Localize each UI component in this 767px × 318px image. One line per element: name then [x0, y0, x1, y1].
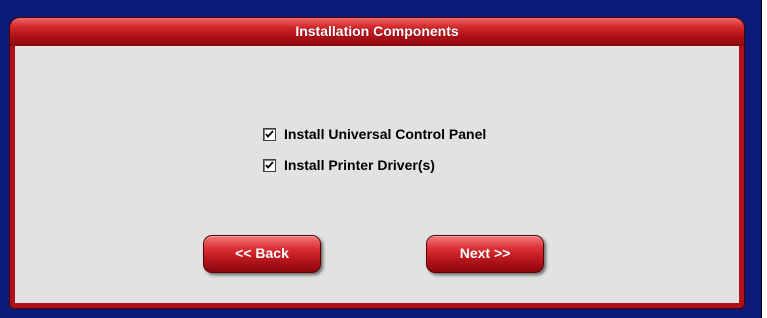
checkbox-universal-control-panel[interactable] [263, 127, 276, 141]
dialog-title: Installation Components [295, 23, 459, 39]
checkmark-icon [265, 129, 274, 138]
installation-panel: Installation Components Install Universa… [10, 18, 744, 308]
option-label: Install Universal Control Panel [284, 126, 487, 142]
window-edge-highlight [762, 0, 767, 318]
title-bar: Installation Components [10, 18, 744, 46]
option-universal-control-panel[interactable]: Install Universal Control Panel [263, 126, 486, 142]
content-area: Install Universal Control Panel Install … [15, 46, 739, 303]
back-button[interactable]: << Back [203, 235, 321, 273]
option-label: Install Printer Driver(s) [284, 157, 435, 173]
next-button[interactable]: Next >> [426, 235, 544, 273]
checkbox-printer-driver[interactable] [263, 158, 276, 172]
option-printer-driver[interactable]: Install Printer Driver(s) [263, 157, 435, 173]
checkmark-icon [265, 160, 274, 169]
